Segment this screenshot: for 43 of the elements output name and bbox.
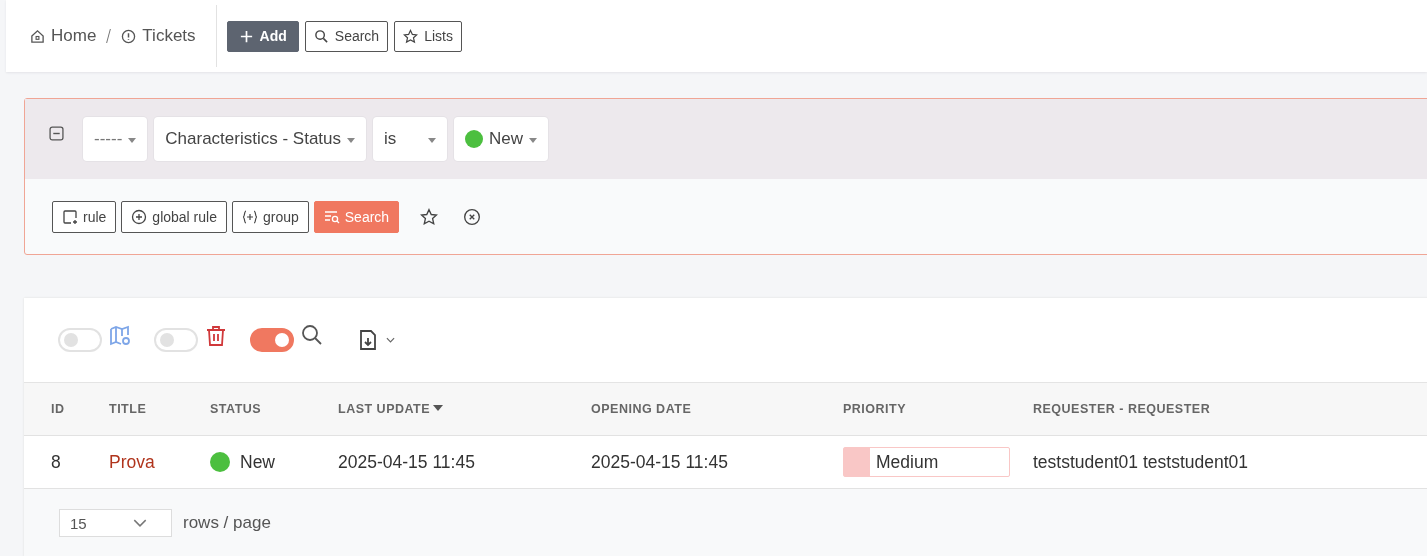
column-header[interactable]: PRIORITY	[843, 402, 1033, 416]
breadcrumb-link[interactable]: Tickets	[121, 26, 196, 46]
table-cell-text: 8	[51, 451, 62, 473]
header-button[interactable]: Search	[304, 20, 389, 52]
column-header[interactable]: TITLE	[109, 402, 210, 416]
criteria-dropdown[interactable]: Characteristics - Status	[154, 117, 367, 161]
column-header[interactable]: STATUS	[210, 402, 338, 416]
filter-action-button[interactable]: global rule	[121, 200, 227, 233]
toggle-switch[interactable]	[250, 328, 294, 352]
alert-icon	[121, 28, 137, 44]
trash-icon	[204, 324, 228, 348]
rows-per-page-label: rows / page	[183, 513, 271, 533]
page-size-dropdown[interactable]: 15	[59, 509, 172, 537]
column-header[interactable]: REQUESTER - REQUESTER	[1033, 402, 1427, 416]
column-header[interactable]: OPENING DATE	[591, 402, 843, 416]
criteria-dropdown[interactable]: -----	[83, 117, 148, 161]
status-text: New	[240, 451, 275, 473]
filter-action-button[interactable]: rule	[52, 200, 117, 233]
plus-icon	[238, 28, 254, 44]
ticket-title-link[interactable]: Prova	[109, 451, 155, 473]
criteria-dropdown[interactable]: New	[454, 117, 549, 161]
table-cell-text: 2025-04-15 11:45	[338, 451, 476, 473]
chevron-icon	[133, 519, 147, 527]
star-icon	[403, 28, 419, 44]
chevron-icon	[386, 337, 395, 343]
criteria-dropdown[interactable]: is	[373, 117, 448, 161]
header-button[interactable]: Add	[226, 20, 299, 52]
add-rule-icon	[62, 208, 78, 225]
header-button[interactable]: Lists	[394, 20, 462, 52]
table-cell-text: 2025-04-15 11:45	[591, 451, 729, 473]
braces-icon	[241, 208, 258, 225]
priority-text: Medium	[876, 451, 939, 473]
table-cell-text: teststudent01 teststudent01	[1033, 451, 1250, 473]
column-header[interactable]: LAST UPDATE	[338, 402, 591, 416]
breadcrumb-link[interactable]: Home	[30, 26, 97, 46]
map-pin-icon	[108, 324, 132, 348]
filter-search-icon	[323, 208, 340, 225]
plus-circle-icon	[131, 208, 148, 225]
column-header[interactable]: ID	[51, 402, 109, 416]
filter-action-button[interactable]: group	[231, 200, 309, 233]
collapse-icon[interactable]	[49, 125, 64, 141]
search-icon	[313, 28, 329, 44]
home-icon	[30, 28, 45, 44]
